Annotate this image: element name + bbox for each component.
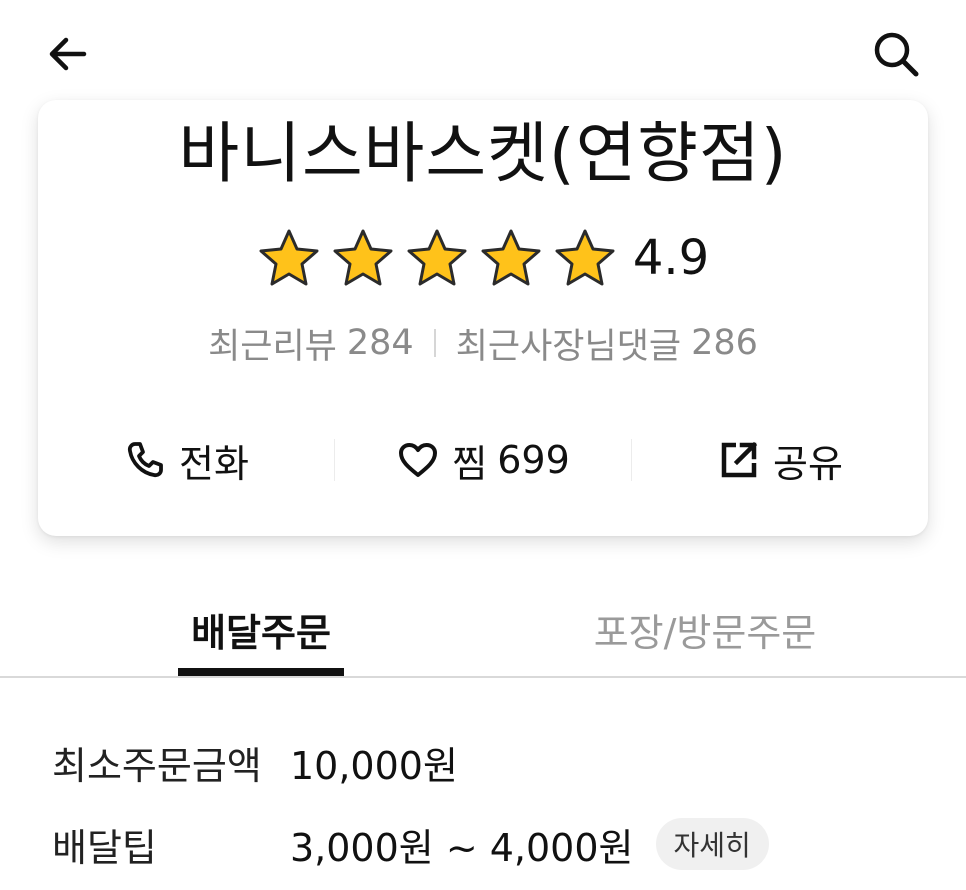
search-icon [874, 32, 919, 77]
arrow-left-icon [49, 37, 87, 71]
delivery-tip-row: 배달팁 3,000원 ~ 4,000원 자세히 [52, 814, 932, 874]
stat-divider [433, 329, 436, 357]
active-tab-indicator [178, 668, 344, 676]
owner-replies-label: 최근사장님댓글 [455, 326, 682, 367]
review-stats: 최근리뷰 284 최근사장님댓글 286 [38, 318, 928, 368]
min-order-label: 최소주문금액 [52, 743, 262, 788]
like-label: 찜 [452, 441, 488, 486]
phone-icon [127, 442, 163, 478]
back-button[interactable] [38, 24, 98, 84]
rating-stars [257, 228, 617, 288]
search-button[interactable] [866, 24, 926, 84]
recent-reviews-stat[interactable]: 최근리뷰 284 [208, 318, 414, 369]
delivery-tip-value: 3,000원 ~ 4,000원 [290, 825, 634, 870]
heart-icon [399, 443, 438, 477]
top-bar [0, 0, 966, 110]
shop-info-card: 바니스바스켓(연향점) 4.9 최근리뷰 284 최근사장님댓글 286 전화 … [38, 100, 928, 536]
star-icon [407, 229, 467, 286]
star-icon [481, 229, 541, 286]
order-type-tabs: 배달주문 포장/방문주문 [0, 586, 966, 678]
delivery-tip-label: 배달팁 [52, 825, 157, 870]
recent-reviews-label: 최근리뷰 [208, 326, 337, 367]
shop-name: 바니스바스켓(연향점) [178, 115, 788, 192]
owner-replies-count: 286 [691, 323, 758, 363]
min-order-value: 10,000원 [290, 743, 458, 788]
call-button[interactable]: 전화 [38, 428, 334, 492]
star-icon [555, 229, 615, 286]
tab-pickup-label: 포장/방문주문 [593, 611, 817, 655]
tip-detail-button[interactable]: 자세히 [655, 818, 769, 870]
min-order-row: 최소주문금액 10,000원 [52, 732, 932, 792]
share-icon [721, 441, 758, 478]
share-label: 공유 [773, 441, 843, 486]
like-count: 699 [497, 438, 570, 482]
tabs-divider [0, 676, 966, 678]
owner-replies-stat[interactable]: 최근사장님댓글 286 [456, 318, 758, 369]
recent-reviews-count: 284 [346, 323, 414, 363]
tab-delivery-order[interactable]: 배달주문 [178, 586, 344, 678]
call-label: 전화 [179, 441, 249, 486]
like-button[interactable]: 찜 699 [335, 428, 631, 492]
rating-row: 4.9 [38, 228, 928, 288]
star-icon [259, 229, 319, 286]
star-icon [333, 229, 393, 286]
tab-pickup-order[interactable]: 포장/방문주문 [560, 586, 850, 678]
action-row: 전화 찜 699 공유 [38, 428, 928, 492]
share-button[interactable]: 공유 [632, 428, 928, 492]
tab-delivery-label: 배달주문 [191, 611, 331, 655]
rating-value: 4.9 [632, 230, 710, 286]
